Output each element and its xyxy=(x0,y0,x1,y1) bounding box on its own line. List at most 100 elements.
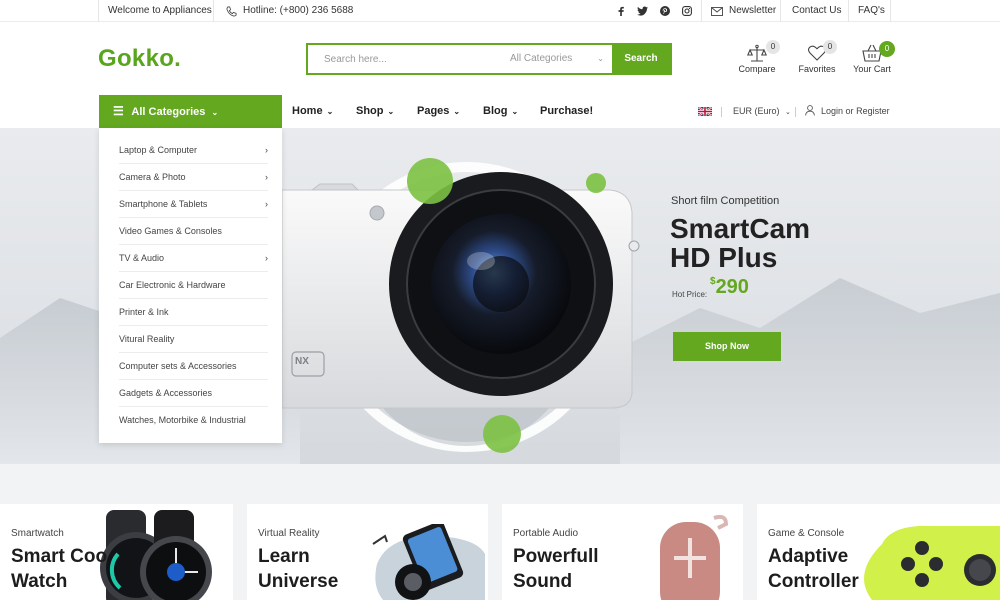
divider xyxy=(848,0,849,22)
nav-item-shop[interactable]: Shop ⌄ xyxy=(356,95,394,128)
nav-item-pages[interactable]: Pages ⌄ xyxy=(417,95,460,128)
divider xyxy=(213,0,214,22)
search-category-select[interactable]: All Categories ⌄ xyxy=(504,45,612,73)
all-categories-button[interactable]: ☰ All Categories ⌄ xyxy=(99,95,282,128)
chevron-right-icon: › xyxy=(265,145,268,155)
instagram-icon[interactable] xyxy=(682,6,692,16)
promo-card-title: Adaptive Controller xyxy=(768,544,859,594)
hero-title-line-1: SmartCam xyxy=(670,213,811,244)
category-item-label: TV & Audio xyxy=(119,253,165,263)
chevron-down-icon: ⌄ xyxy=(511,107,519,116)
pinterest-icon[interactable] xyxy=(660,6,670,16)
category-item-label: Printer & Ink xyxy=(119,307,169,317)
nav-item-home[interactable]: Home ⌄ xyxy=(292,95,333,128)
camera-model-badge: NX xyxy=(295,356,309,367)
nav-item-pages-label: Pages xyxy=(417,105,450,117)
category-item-label: Computer sets & Accessories xyxy=(119,361,237,371)
shop-now-button[interactable]: Shop Now xyxy=(673,332,781,361)
search-button[interactable]: Search xyxy=(612,45,670,73)
nav-item-home-label: Home xyxy=(292,105,323,117)
promo-card-title-line-2: Controller xyxy=(768,571,859,592)
category-item[interactable]: Computer sets & Accessories xyxy=(119,353,268,380)
category-item[interactable]: Vitural Reality xyxy=(119,326,268,353)
category-item[interactable]: Camera & Photo › xyxy=(119,164,268,191)
favorites-count-badge: 0 xyxy=(823,40,837,54)
chevron-down-icon: ⌄ xyxy=(597,54,604,63)
divider xyxy=(98,0,99,22)
promo-card-title: Learn Universe xyxy=(258,544,338,594)
twitter-icon[interactable] xyxy=(637,6,648,16)
divider xyxy=(780,0,781,22)
chevron-down-icon: ⌄ xyxy=(326,107,334,116)
nav-item-blog[interactable]: Blog ⌄ xyxy=(483,95,518,128)
category-item[interactable]: Gadgets & Accessories xyxy=(119,380,268,407)
category-item[interactable]: Video Games & Consoles xyxy=(119,218,268,245)
favorites-label: Favorites xyxy=(798,64,836,74)
cart-button[interactable]: Your Cart 0 xyxy=(851,41,895,74)
faq-link[interactable]: FAQ's xyxy=(850,0,893,22)
nav-item-shop-label: Shop xyxy=(356,105,384,117)
game-controller-image xyxy=(864,525,1000,600)
hero-title-line-2: HD Plus xyxy=(670,242,778,273)
search-bar: All Categories ⌄ Search xyxy=(306,43,672,75)
promo-card-title-line-2: Universe xyxy=(258,571,339,592)
compare-label: Compare xyxy=(738,64,776,74)
category-item-label: Video Games & Consoles xyxy=(119,226,222,236)
hero-price: $290 xyxy=(710,276,749,299)
category-item-label: Camera & Photo xyxy=(119,172,186,182)
promo-card-title-line-2: Watch xyxy=(11,571,68,592)
hero-title: SmartCam HD Plus xyxy=(670,214,810,272)
currency-label: EUR (Euro) xyxy=(733,106,780,116)
top-bar: Welcome to Appliances Hotline: (+800) 23… xyxy=(0,0,1000,22)
hotline-text: Hotline: (+800) 236 5688 xyxy=(243,5,354,16)
promo-card-subtitle: Smartwatch xyxy=(11,528,64,539)
nav-item-purchase[interactable]: Purchase! xyxy=(540,95,593,128)
smartwatch-image xyxy=(100,510,212,600)
speaker-image xyxy=(660,514,729,600)
newsletter-link[interactable]: Newsletter xyxy=(703,0,784,22)
category-item[interactable]: Car Electronic & Hardware xyxy=(119,272,268,299)
login-link[interactable]: Login xyxy=(821,106,843,116)
nav-item-blog-label: Blog xyxy=(483,105,508,117)
contact-link[interactable]: Contact Us xyxy=(784,0,849,22)
or-text: or xyxy=(845,106,854,116)
promo-card-subtitle: Virtual Reality xyxy=(258,528,320,539)
promo-card-title: Smart Coo Watch xyxy=(11,544,107,594)
hotline[interactable]: Hotline: (+800) 236 5688 xyxy=(218,0,361,22)
hero-price-value: 290 xyxy=(715,276,749,298)
search-category-label: All Categories xyxy=(510,53,573,64)
category-item[interactable]: TV & Audio › xyxy=(119,245,268,272)
category-item-label: Gadgets & Accessories xyxy=(119,388,213,398)
divider xyxy=(890,0,891,22)
welcome-text: Welcome to Appliances xyxy=(108,5,212,16)
category-item[interactable]: Smartphone & Tablets › xyxy=(119,191,268,218)
category-item-label: Vitural Reality xyxy=(119,334,175,344)
currency-select[interactable]: EUR (Euro) ⌄ xyxy=(733,95,791,128)
search-input[interactable] xyxy=(308,45,504,73)
category-item-label: Laptop & Computer xyxy=(119,145,198,155)
facebook-icon[interactable] xyxy=(617,6,625,16)
vr-headset-image xyxy=(372,524,485,600)
category-item-label: Car Electronic & Hardware xyxy=(119,280,226,290)
promo-card-subtitle: Portable Audio xyxy=(513,528,579,539)
register-link[interactable]: Register xyxy=(856,106,890,116)
promo-card-audio[interactable]: Portable Audio Powerfull Sound xyxy=(502,504,743,600)
promo-card-title: Powerfull Sound xyxy=(513,544,599,594)
promo-card-console[interactable]: Game & Console Adaptive Controller xyxy=(757,504,1000,600)
cart-count-badge: 0 xyxy=(879,41,895,57)
category-item[interactable]: Laptop & Computer › xyxy=(119,137,268,164)
chevron-down-icon: ⌄ xyxy=(211,108,219,117)
category-item[interactable]: Printer & Ink xyxy=(119,299,268,326)
menu-icon: ☰ xyxy=(113,104,124,118)
promo-card-vr[interactable]: Virtual Reality Learn Universe xyxy=(247,504,488,600)
chevron-right-icon: › xyxy=(265,253,268,263)
promo-cards: Smartwatch Smart Coo Watch Virtual Realit… xyxy=(0,464,1000,600)
category-item-label: Watches, Motorbike & Industrial xyxy=(119,415,246,425)
promo-card-smartwatch[interactable]: Smartwatch Smart Coo Watch xyxy=(0,504,233,600)
favorites-button[interactable]: Favorites 0 xyxy=(797,40,837,74)
divider xyxy=(701,0,702,22)
category-item[interactable]: Watches, Motorbike & Industrial xyxy=(119,407,268,434)
compare-button[interactable]: Compare 0 xyxy=(737,40,780,74)
promo-card-title-line-1: Learn xyxy=(258,546,310,567)
logo[interactable]: Gokko. xyxy=(98,45,181,73)
